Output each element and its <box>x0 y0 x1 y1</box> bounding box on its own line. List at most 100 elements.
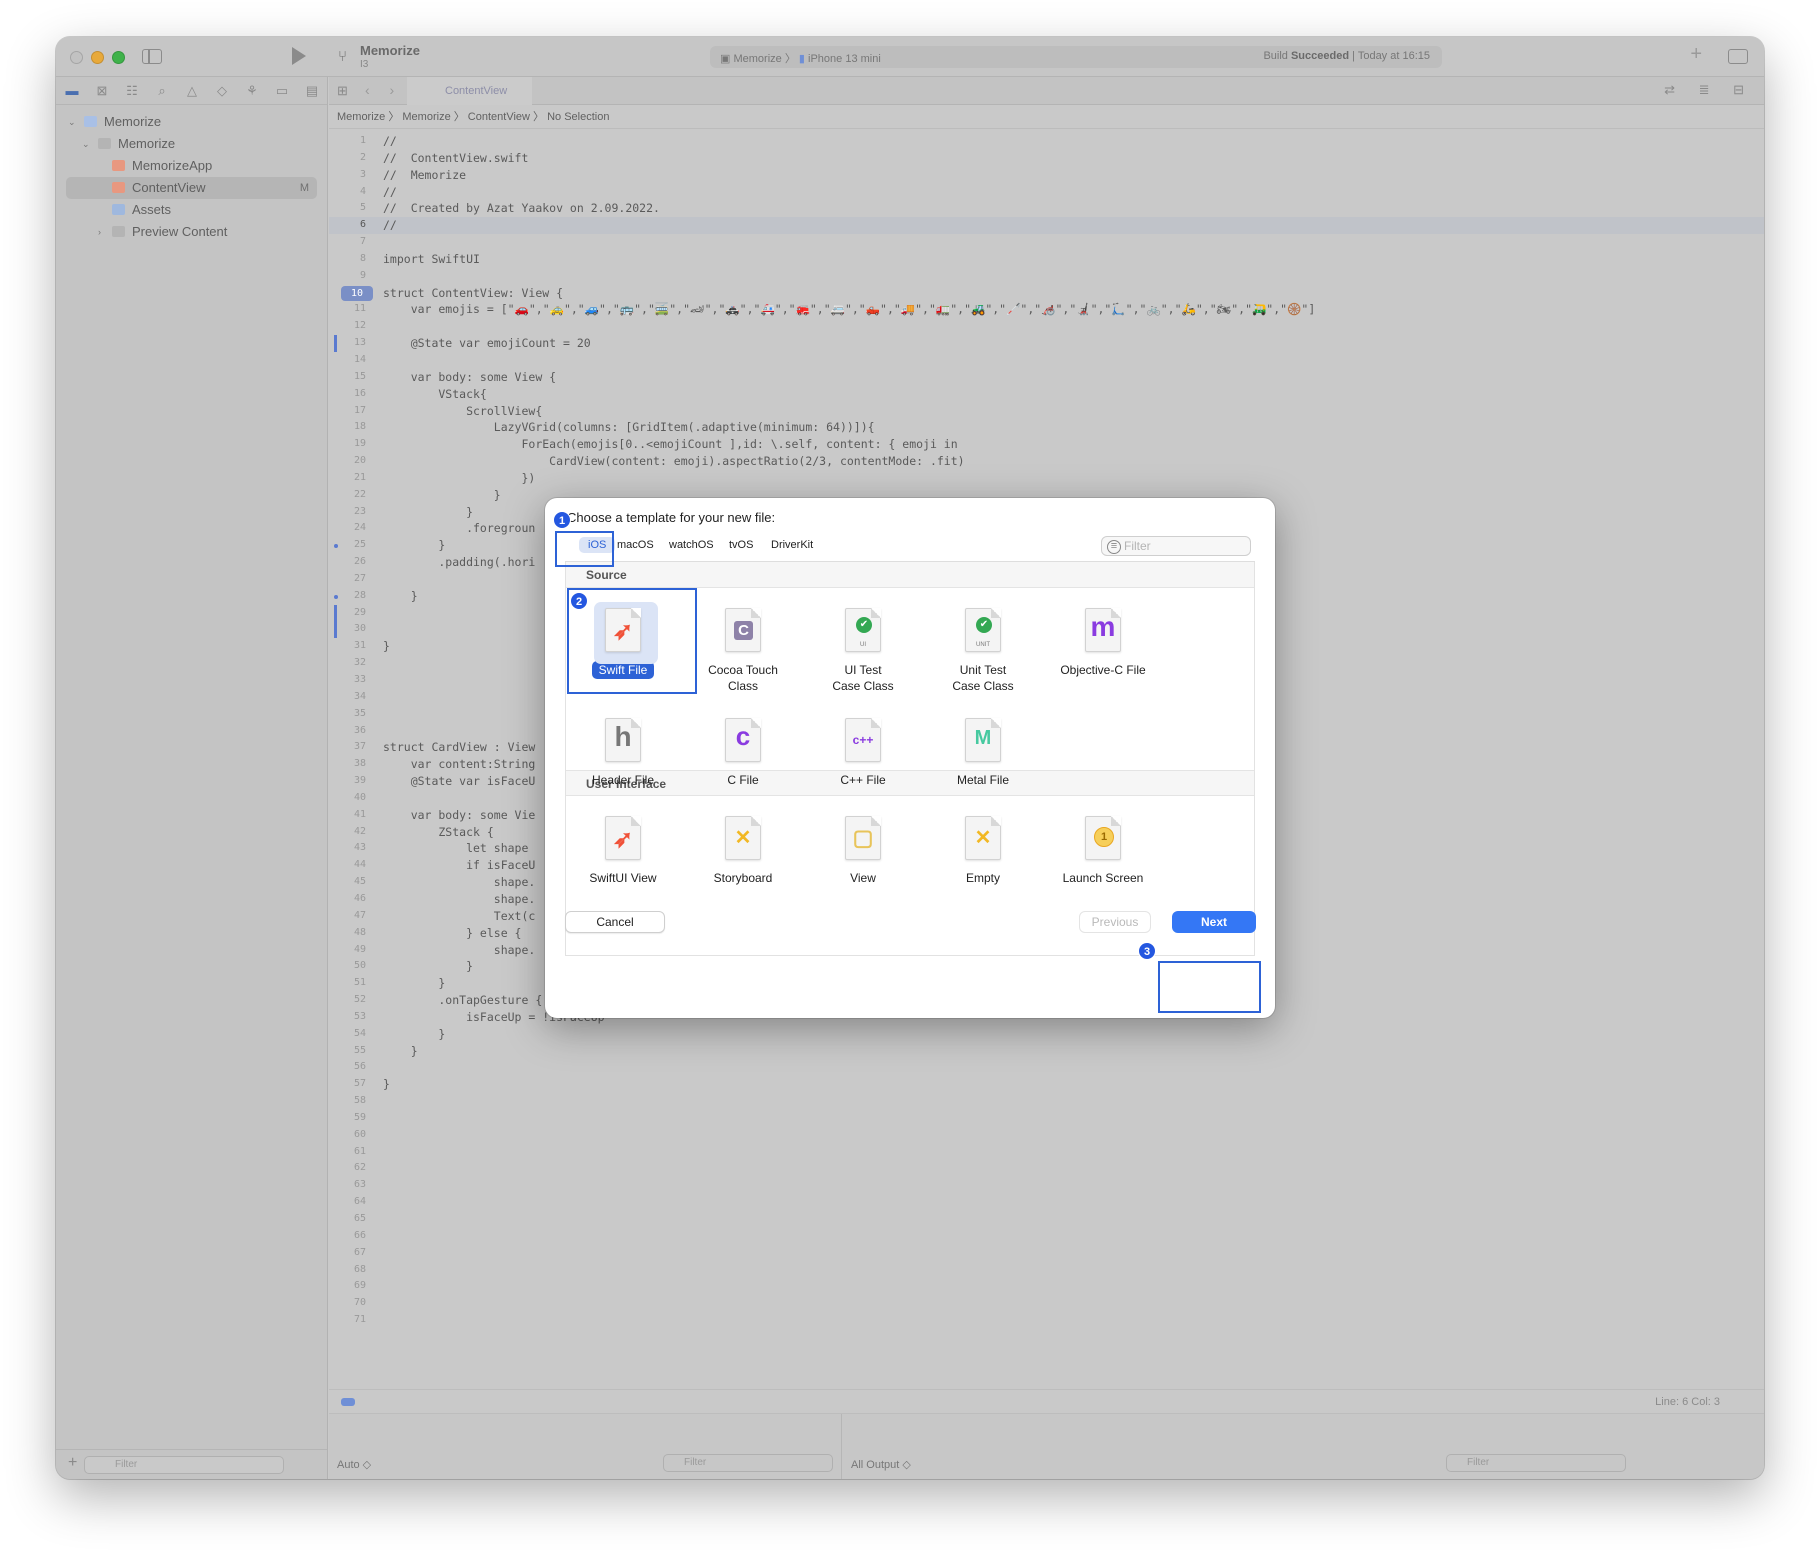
code-line[interactable]: 3 // Memorize <box>329 167 1764 184</box>
code-line[interactable]: 63 <box>329 1177 1764 1194</box>
grid-icon[interactable]: ⊞ <box>337 83 348 99</box>
code-line[interactable]: 21 }) <box>329 470 1764 487</box>
code-line[interactable]: 64 <box>329 1194 1764 1211</box>
sidebar-toggle-icon[interactable] <box>142 49 162 64</box>
code-line[interactable]: 11 var emojis = ["🚗","🚕","🚙","🚌","🚎","🏎"… <box>329 301 1764 318</box>
code-line[interactable]: 65 <box>329 1211 1764 1228</box>
code-line[interactable]: 70 <box>329 1295 1764 1312</box>
zoom-window-button[interactable] <box>112 51 125 64</box>
template-c-file[interactable]: c C File <box>683 718 803 788</box>
tab-contentview[interactable]: ContentView <box>407 77 532 105</box>
scheme-selector[interactable]: ▣ Memorize 〉 ▮ iPhone 13 mini <box>720 50 881 66</box>
code-line[interactable]: 9 <box>329 268 1764 285</box>
minimize-window-button[interactable] <box>91 51 104 64</box>
code-line[interactable]: 20 CardView(content: emoji).aspectRatio(… <box>329 453 1764 470</box>
code-line[interactable]: 7 <box>329 234 1764 251</box>
code-line[interactable]: 61 <box>329 1144 1764 1161</box>
nav-arrows-icon[interactable]: ‹ › <box>365 82 402 98</box>
inspector-toggle-icon[interactable] <box>1728 49 1748 64</box>
code-line[interactable]: 10 struct ContentView: View { <box>329 285 1764 302</box>
code-line[interactable]: 58 <box>329 1093 1764 1110</box>
template-header-file[interactable]: h Header File <box>563 718 683 788</box>
add-file-button[interactable]: + <box>68 1454 77 1472</box>
disclosure-chevron-icon[interactable]: ⌄ <box>68 111 76 133</box>
sidebar-item[interactable]: MemorizeApp <box>56 155 327 177</box>
report-icon[interactable]: ▤ <box>302 83 322 99</box>
breakpoint-icon[interactable]: ▭ <box>272 83 292 99</box>
source-control-icon[interactable]: ⊠ <box>92 83 112 99</box>
console-filter-input[interactable]: Filter <box>1446 1454 1626 1472</box>
title-bar: ⑂ Memorize I3 ▣ Memorize 〉 ▮ iPhone 13 m… <box>56 37 1764 77</box>
code-line[interactable]: 12 <box>329 318 1764 335</box>
template-c-file[interactable]: c++ C++ File <box>803 718 923 788</box>
code-line[interactable]: 13 @State var emojiCount = 20 <box>329 335 1764 352</box>
issue-icon[interactable]: △ <box>182 83 202 99</box>
editor-options-icon[interactable]: ⇄ ≣ ⊟ <box>1664 82 1754 98</box>
disclosure-chevron-icon[interactable]: › <box>98 221 101 243</box>
sidebar-item[interactable]: ⌄ Memorize <box>56 111 327 133</box>
sidebar-item[interactable]: ⌄ Memorize <box>56 133 327 155</box>
cancel-button[interactable]: Cancel <box>565 911 665 933</box>
next-button[interactable]: Next <box>1172 911 1256 933</box>
code-line[interactable]: 67 <box>329 1245 1764 1262</box>
variables-filter-input[interactable]: Filter <box>663 1454 833 1472</box>
console-output-selector[interactable]: All Output ◇ <box>851 1458 911 1471</box>
template-empty[interactable]: ✕ Empty <box>923 816 1043 886</box>
previous-button[interactable]: Previous <box>1079 911 1151 933</box>
template-ui-test[interactable]: ✔ UI UI Test Case Class <box>803 608 923 694</box>
navigator-filter-input[interactable]: Filter <box>84 1456 284 1474</box>
code-line[interactable]: 62 <box>329 1160 1764 1177</box>
sidebar-item[interactable]: ContentView M <box>66 177 317 199</box>
library-plus-button[interactable]: + <box>1690 43 1702 66</box>
template-unit-test[interactable]: ✔ UNIT Unit Test Case Class <box>923 608 1043 694</box>
code-line[interactable]: 66 <box>329 1228 1764 1245</box>
code-line[interactable]: 57} <box>329 1076 1764 1093</box>
find-icon[interactable]: ⌕ <box>152 83 172 99</box>
template-objective-c-file[interactable]: m Objective-C File <box>1043 608 1163 678</box>
code-line[interactable]: 6 // <box>329 217 1764 235</box>
code-line[interactable]: 4 // <box>329 184 1764 201</box>
sidebar-item[interactable]: Assets <box>56 199 327 221</box>
template-launch-screen[interactable]: 1 Launch Screen <box>1043 816 1163 886</box>
test-icon[interactable]: ◇ <box>212 83 232 99</box>
code-line[interactable]: 8 import SwiftUI <box>329 251 1764 268</box>
tab-watchos[interactable]: watchOS <box>669 539 714 551</box>
disclosure-chevron-icon[interactable]: ⌄ <box>82 133 90 155</box>
code-line[interactable]: 54 } <box>329 1026 1764 1043</box>
template-metal-file[interactable]: M Metal File <box>923 718 1043 788</box>
sidebar-item[interactable]: › Preview Content <box>56 221 327 243</box>
symbol-icon[interactable]: ☷ <box>122 83 142 99</box>
debug-area-toggle[interactable] <box>341 1398 355 1406</box>
code-line[interactable]: 1 // <box>329 133 1764 150</box>
code-line[interactable]: 16 VStack{ <box>329 386 1764 403</box>
template-filter-input[interactable]: Filter <box>1101 536 1251 556</box>
code-line[interactable]: 69 <box>329 1278 1764 1295</box>
template-view[interactable]: ▢ View <box>803 816 923 886</box>
code-line[interactable]: 68 <box>329 1262 1764 1279</box>
template-swiftui-view[interactable]: ➶ SwiftUI View <box>563 816 683 886</box>
jump-bar-breadcrumb[interactable]: Memorize 〉 Memorize 〉 ContentView 〉 No S… <box>329 105 1764 129</box>
tab-driverkit[interactable]: DriverKit <box>771 539 813 551</box>
code-line[interactable]: 56 <box>329 1059 1764 1076</box>
code-line[interactable]: 17 ScrollView{ <box>329 403 1764 420</box>
code-line[interactable]: 59 <box>329 1110 1764 1127</box>
code-line[interactable]: 71 <box>329 1312 1764 1329</box>
code-line[interactable]: 15 var body: some View { <box>329 369 1764 386</box>
close-window-button[interactable] <box>70 51 83 64</box>
code-line[interactable]: 55 } <box>329 1043 1764 1060</box>
code-line[interactable]: 19 ForEach(emojis[0..<emojiCount ],id: \… <box>329 436 1764 453</box>
run-button[interactable] <box>292 47 306 65</box>
tab-macos[interactable]: macOS <box>617 539 654 551</box>
code-line[interactable]: 18 LazyVGrid(columns: [GridItem(.adaptiv… <box>329 419 1764 436</box>
variables-scope-selector[interactable]: Auto ◇ <box>337 1458 371 1471</box>
code-line[interactable]: 14 <box>329 352 1764 369</box>
tab-tvos[interactable]: tvOS <box>729 539 753 551</box>
activity-view[interactable]: ▣ Memorize 〉 ▮ iPhone 13 mini Build Succ… <box>710 46 1442 68</box>
debug-icon[interactable]: ⚘ <box>242 83 262 99</box>
folder-icon[interactable]: ▬ <box>62 83 82 98</box>
code-line[interactable]: 2 // ContentView.swift <box>329 150 1764 167</box>
code-line[interactable]: 5 // Created by Azat Yaakov on 2.09.2022. <box>329 200 1764 217</box>
code-line[interactable]: 60 <box>329 1127 1764 1144</box>
template-cocoa-touch[interactable]: C Cocoa Touch Class <box>683 608 803 694</box>
template-storyboard[interactable]: ✕ Storyboard <box>683 816 803 886</box>
